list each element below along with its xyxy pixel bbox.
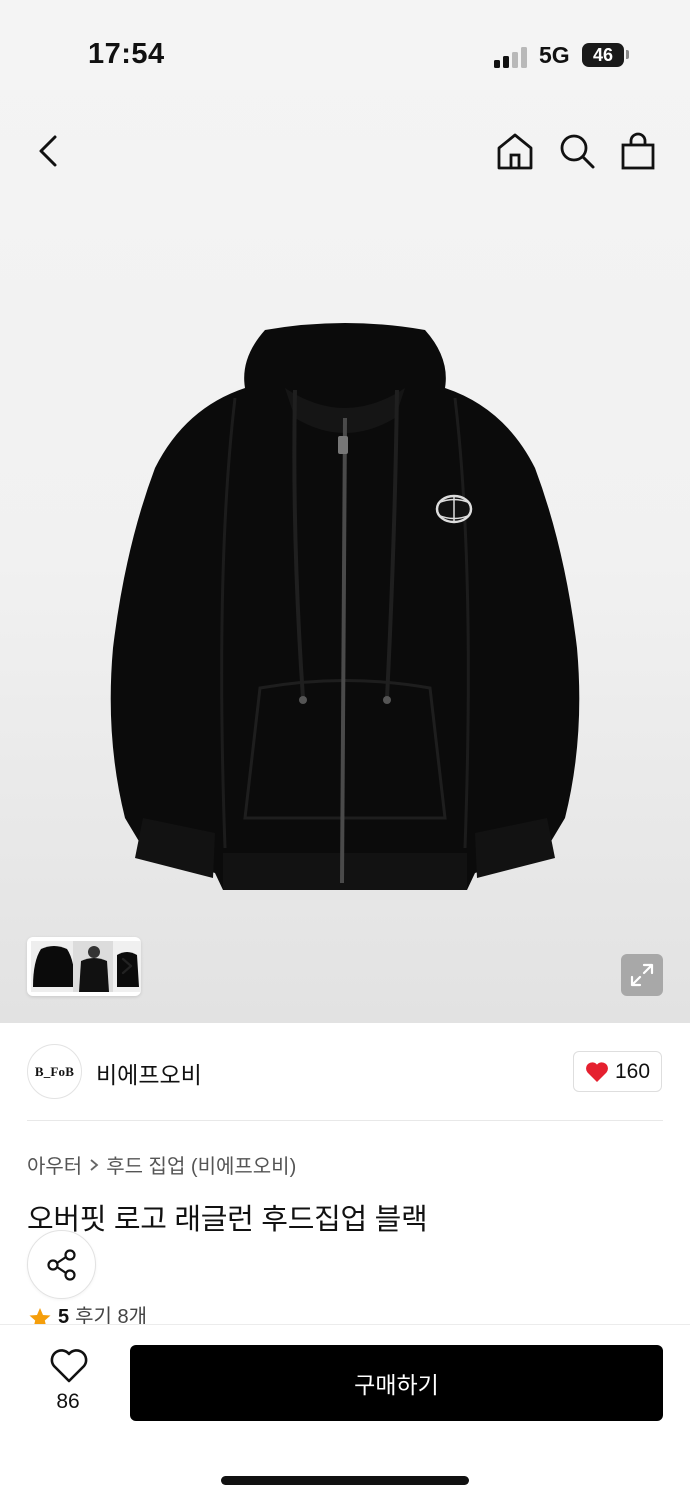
thumbnail-2[interactable]	[73, 941, 115, 992]
shopping-bag-icon[interactable]	[617, 130, 659, 172]
heart-outline-icon[interactable]	[50, 1348, 88, 1384]
status-time: 17:54	[88, 38, 165, 70]
buy-button[interactable]: 구매하기	[130, 1345, 663, 1421]
divider	[27, 1120, 663, 1121]
rating-row[interactable]: 5 후기 8개	[28, 1302, 147, 1326]
signal-icon	[494, 46, 528, 68]
review-count[interactable]: 후기 8개	[75, 1302, 147, 1326]
heart-filled-icon	[586, 1061, 608, 1082]
share-button[interactable]	[27, 1230, 96, 1299]
network-label: 5G	[539, 42, 570, 68]
rating-score: 5	[58, 1306, 70, 1326]
product-title: 오버핏 로고 래글런 후드집업 블랙	[27, 1204, 428, 1236]
status-bar: 17:54 5G 46	[0, 0, 690, 110]
star-icon	[29, 1308, 51, 1326]
brand-like-button[interactable]: 160	[573, 1051, 662, 1092]
thumbnail-1[interactable]	[31, 941, 77, 992]
expand-icon	[630, 963, 654, 987]
brand-name[interactable]: 비에프오비	[96, 1056, 202, 1090]
home-icon[interactable]	[494, 130, 536, 172]
brand-logo[interactable]: B_FoB	[27, 1044, 82, 1099]
battery-cap	[626, 50, 629, 59]
product-image[interactable]	[95, 318, 595, 898]
battery-icon: 46	[582, 43, 624, 67]
brand-like-count: 160	[614, 1059, 651, 1083]
chevron-right-icon	[90, 1158, 99, 1171]
back-icon[interactable]	[28, 130, 68, 172]
breadcrumb-category[interactable]: 아우터	[27, 1150, 82, 1179]
home-indicator	[221, 1476, 469, 1485]
breadcrumb: 아우터 후드 집업 (비에프오비)	[27, 1150, 296, 1179]
breadcrumb-subcategory[interactable]: 후드 집업 (비에프오비)	[106, 1150, 296, 1179]
expand-image-button[interactable]	[621, 954, 663, 996]
search-icon[interactable]	[556, 130, 598, 172]
wish-count: 86	[56, 1390, 80, 1413]
chevron-right-icon[interactable]	[118, 955, 136, 977]
share-icon	[46, 1248, 76, 1281]
